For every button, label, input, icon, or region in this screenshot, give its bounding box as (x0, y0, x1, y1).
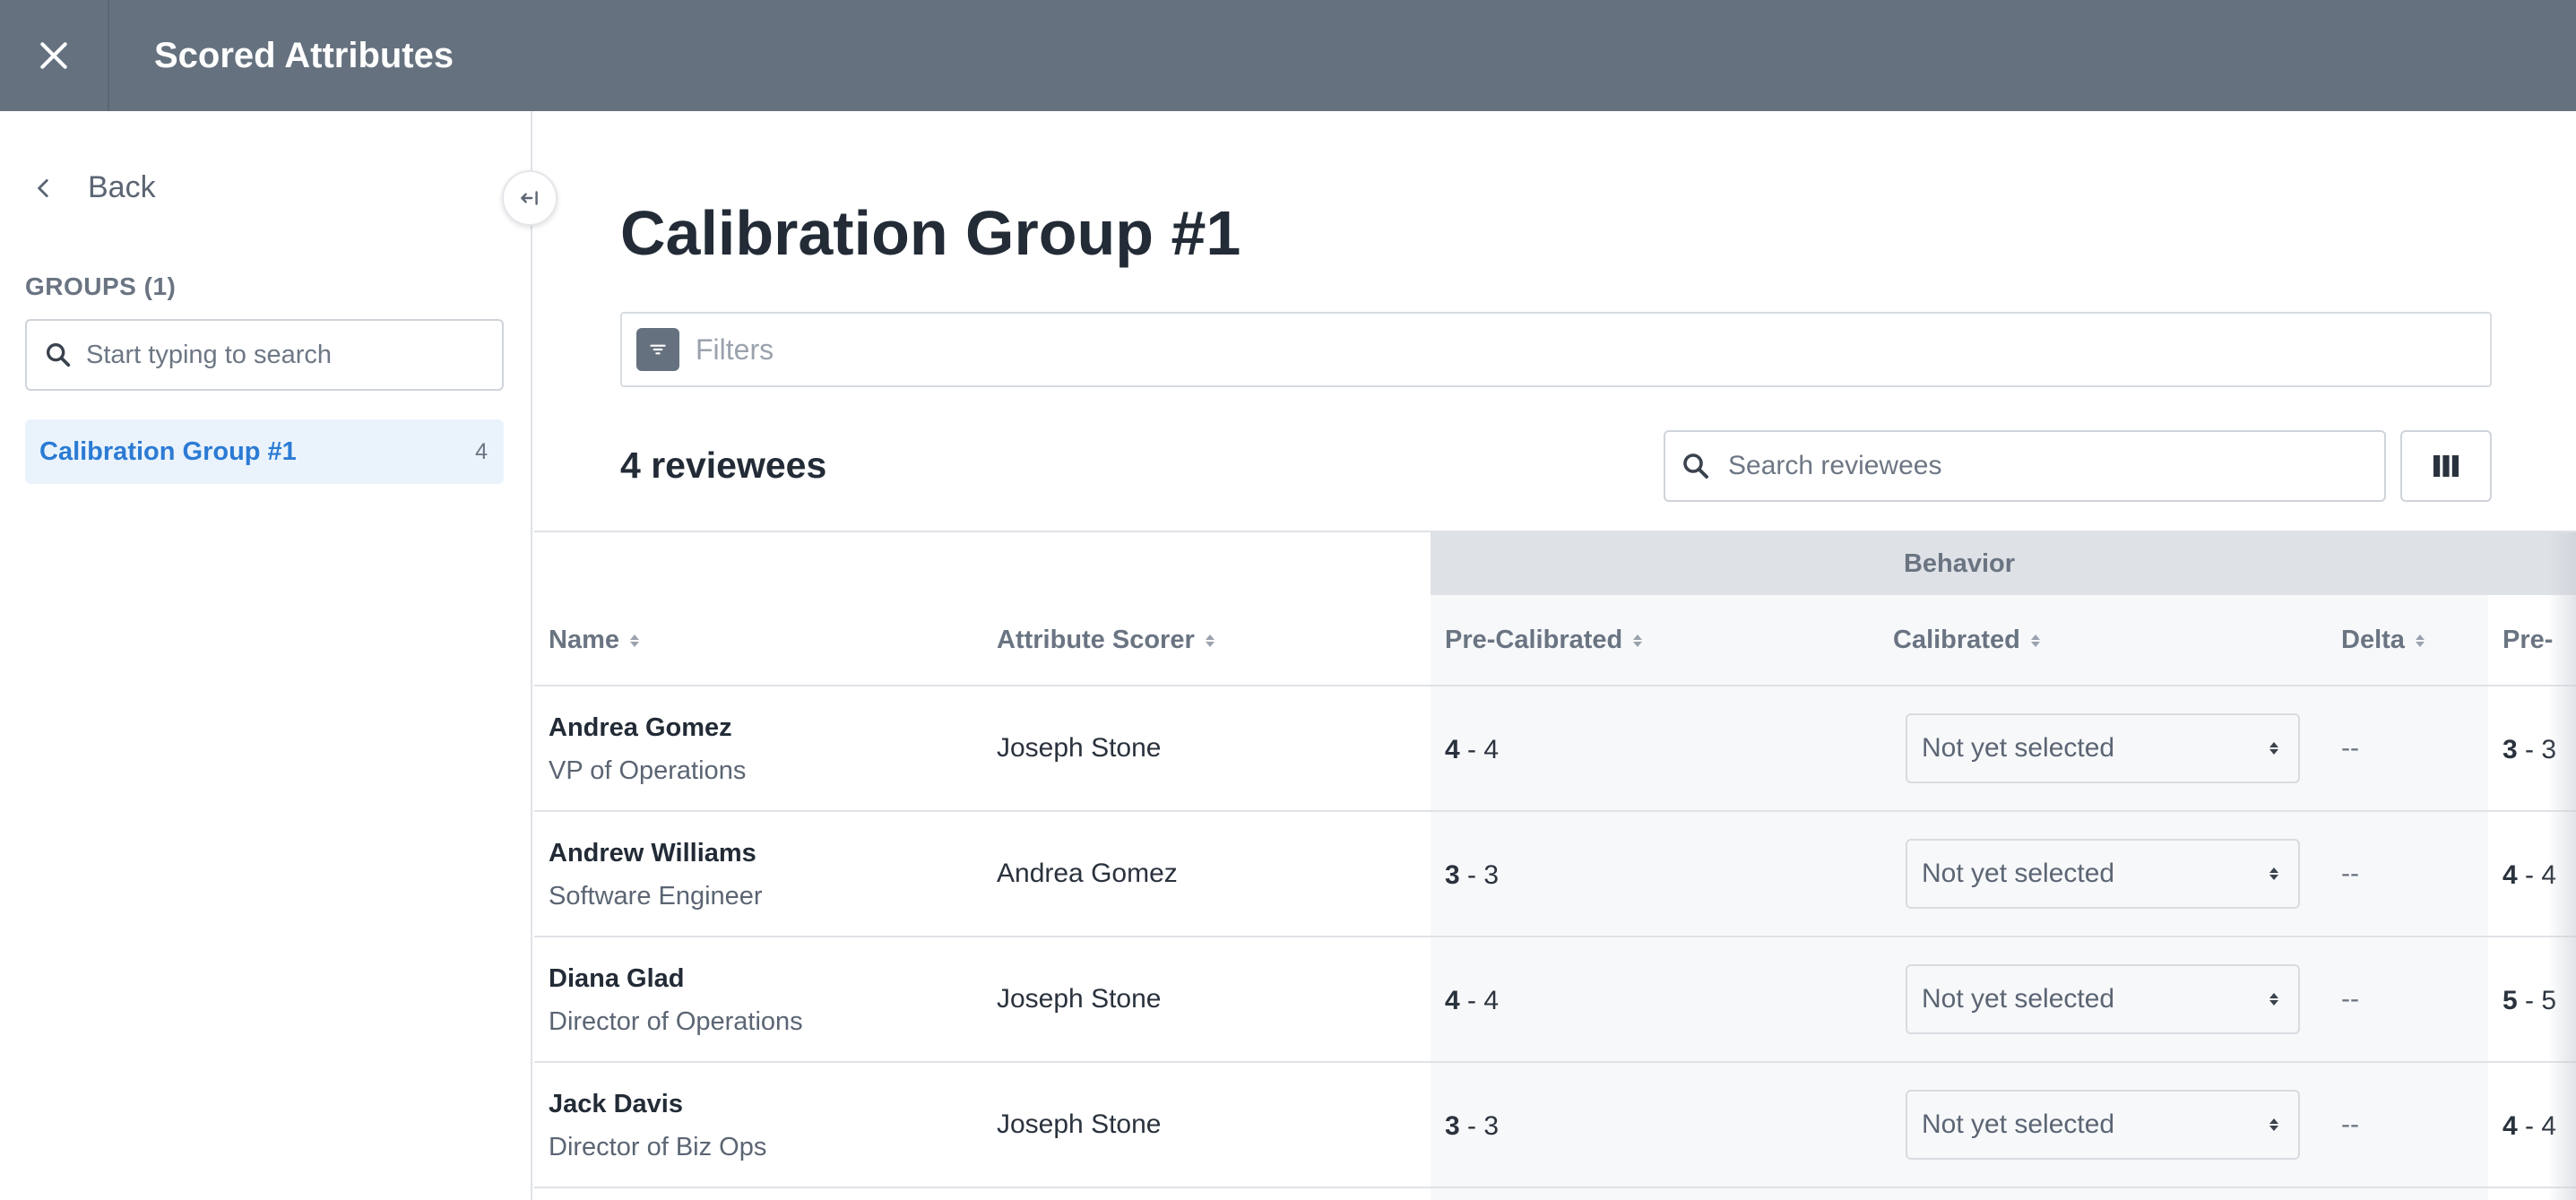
calibrated-select[interactable]: Not yet selected (1906, 713, 2300, 783)
calibrated-select[interactable]: Not yet selected (1906, 1090, 2300, 1160)
table-row: Jack Davis Director of Biz Ops Joseph St… (534, 1063, 2576, 1188)
attribute-scorer: Joseph Stone (997, 733, 1162, 763)
collapse-left-icon (521, 191, 538, 205)
calibrated-select-value: Not yet selected (1922, 733, 2115, 763)
filters-bar[interactable]: Filters (620, 312, 2492, 387)
next-pre-calibrated-value: 4 (2503, 1111, 2518, 1141)
sort-icon (1205, 634, 1215, 647)
column-header-name[interactable]: Name (549, 626, 639, 655)
calibrated-select-value: Not yet selected (1922, 984, 2115, 1014)
reviewee-name[interactable]: Andrew Williams (549, 839, 756, 868)
pre-calibrated-score-range: - 4 (1459, 735, 1500, 764)
next-pre-calibrated-value: 4 (2503, 860, 2518, 890)
attribute-scorer: Joseph Stone (997, 984, 1162, 1014)
close-button[interactable] (0, 0, 109, 111)
group-item-name: Calibration Group #1 (39, 436, 297, 466)
pre-calibrated-score-value: 3 (1445, 860, 1460, 890)
column-header-name-label: Name (549, 626, 619, 654)
attribute-scorer: Joseph Stone (997, 1109, 1162, 1139)
sort-icon (2030, 634, 2040, 647)
group-item-count: 4 (475, 438, 488, 464)
sort-icon (2415, 634, 2425, 647)
collapse-sidebar-button[interactable] (502, 170, 558, 226)
column-header-next-pre[interactable]: Pre- (2503, 626, 2553, 655)
close-icon (40, 42, 67, 69)
pre-calibrated-score-value: 3 (1445, 1111, 1460, 1141)
delta-value: -- (2341, 859, 2359, 888)
reviewee-name[interactable]: Andrea Gomez (549, 713, 732, 743)
next-pre-calibrated-value: 5 (2503, 986, 2518, 1015)
calibrated-select[interactable]: Not yet selected (1906, 839, 2300, 909)
column-header-pre-calibrated[interactable]: Pre-Calibrated (1445, 626, 1643, 655)
back-link[interactable]: Back (32, 170, 156, 205)
calibrated-select[interactable]: Not yet selected (1906, 964, 2300, 1034)
select-chevron-icon (2269, 1118, 2278, 1131)
reviewee-role: Director of Biz Ops (549, 1133, 767, 1161)
filters-placeholder: Filters (696, 332, 774, 366)
search-icon (46, 342, 71, 367)
filter-icon (636, 328, 679, 371)
reviewee-name[interactable]: Jack Davis (549, 1090, 683, 1119)
reviewee-name[interactable]: Diana Glad (549, 964, 685, 994)
column-header-pre-calibrated-label: Pre-Calibrated (1445, 626, 1623, 654)
column-header-scorer[interactable]: Attribute Scorer (997, 626, 1215, 655)
pre-calibrated-score-range: - 3 (1459, 860, 1500, 890)
pre-calibrated-score: 4 - 4 (1445, 735, 1499, 765)
filter-lines-icon (650, 344, 666, 355)
pre-calibrated-score: 3 - 3 (1445, 860, 1499, 891)
top-bar: Scored Attributes (0, 0, 2576, 111)
column-header-delta[interactable]: Delta (2341, 626, 2425, 655)
page-header-title: Scored Attributes (154, 35, 454, 75)
pre-calibrated-score-range: - 3 (1459, 1111, 1500, 1141)
sort-icon (630, 634, 639, 647)
reviewee-role: VP of Operations (549, 756, 747, 785)
pre-calibrated-score: 3 - 3 (1445, 1111, 1499, 1142)
reviewees-table: Behavior Name Attribute Scorer Pre-Calib… (534, 531, 2576, 1200)
columns-icon (2433, 455, 2459, 477)
pre-calibrated-score-value: 4 (1445, 735, 1460, 764)
delta-value: -- (2341, 733, 2359, 763)
chevron-left-icon (38, 178, 48, 197)
select-chevron-icon (2269, 993, 2278, 1006)
column-header-next-pre-label: Pre- (2503, 626, 2554, 654)
page-title: Calibration Group #1 (620, 198, 1241, 268)
reviewee-role: Software Engineer (549, 882, 763, 911)
columns-button[interactable] (2400, 430, 2492, 502)
next-pre-calibrated-value: 3 (2503, 735, 2518, 764)
table-row: Andrea Gomez VP of Operations Joseph Sto… (534, 686, 2576, 812)
horizontal-scroll-shadow (2547, 532, 2576, 1200)
sidebar: Back GROUPS (1) Calibration Group #1 4 (0, 111, 532, 1200)
column-header-calibrated-label: Calibrated (1893, 626, 2020, 654)
search-icon (1683, 453, 1708, 479)
calibrated-select-value: Not yet selected (1922, 859, 2115, 888)
delta-value: -- (2341, 1109, 2359, 1139)
behavior-group-header: Behavior (1431, 532, 2488, 595)
group-search (25, 319, 504, 391)
delta-value: -- (2341, 984, 2359, 1014)
column-header-delta-label: Delta (2341, 626, 2405, 654)
reviewee-search (1664, 430, 2386, 502)
pre-calibrated-score-range: - 4 (1459, 986, 1500, 1015)
column-header-scorer-label: Attribute Scorer (997, 626, 1195, 654)
reviewee-role: Director of Operations (549, 1007, 803, 1036)
table-row: Andrew Williams Software Engineer Andrea… (534, 812, 2576, 937)
attribute-scorer: Andrea Gomez (997, 859, 1178, 888)
reviewee-count: 4 reviewees (620, 445, 827, 486)
groups-label: GROUPS (1) (25, 272, 177, 300)
table-row: Diana Glad Director of Operations Joseph… (534, 937, 2576, 1063)
sort-icon (1633, 634, 1643, 647)
main-content: Calibration Group #1 Filters 4 reviewees… (534, 111, 2576, 1200)
reviewee-search-input[interactable] (1728, 451, 2373, 481)
group-search-input[interactable] (86, 340, 498, 370)
back-label: Back (88, 170, 156, 204)
select-chevron-icon (2269, 742, 2278, 755)
pre-calibrated-score: 4 - 4 (1445, 986, 1499, 1016)
calibrated-select-value: Not yet selected (1922, 1109, 2115, 1139)
group-item[interactable]: Calibration Group #1 4 (25, 419, 504, 484)
column-header-calibrated[interactable]: Calibrated (1893, 626, 2040, 655)
pre-calibrated-score-value: 4 (1445, 986, 1460, 1015)
select-chevron-icon (2269, 868, 2278, 880)
